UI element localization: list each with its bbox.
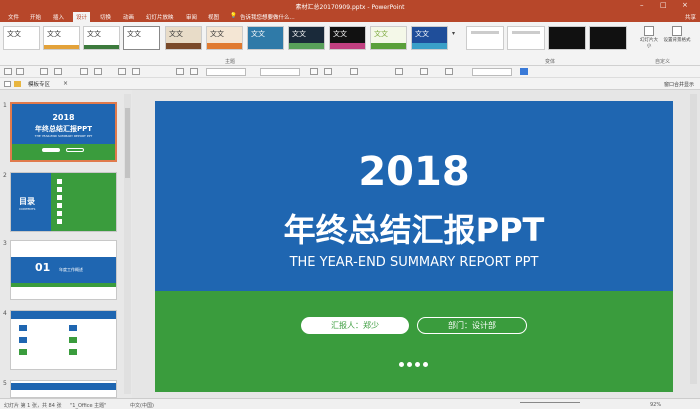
- tool-icon[interactable]: [176, 68, 184, 75]
- slide-thumb-3[interactable]: 01 年度工作概述: [10, 240, 117, 300]
- themes-scroll-icon[interactable]: ▾: [452, 30, 455, 37]
- theme-3[interactable]: 文文: [83, 26, 120, 50]
- slide-number: 1: [3, 102, 7, 109]
- theme-name: "1_Office 主题": [70, 403, 107, 409]
- color-icon[interactable]: [520, 68, 528, 75]
- height-field[interactable]: [260, 68, 300, 76]
- menu-view[interactable]: 视图: [208, 13, 219, 21]
- theme-5[interactable]: 文文: [165, 26, 202, 50]
- close-tab-icon[interactable]: ×: [63, 80, 68, 87]
- tool-icon[interactable]: [324, 68, 332, 75]
- tool-icon[interactable]: [80, 68, 88, 75]
- slide-editor: 2018 年终总结汇报PPT THE YEAR-END SUMMARY REPO…: [132, 90, 687, 398]
- slide-count: 幻灯片 第 1 张，共 84 张: [4, 403, 62, 409]
- menu-transitions[interactable]: 切换: [100, 13, 111, 21]
- slide-number: 2: [3, 172, 7, 179]
- format-background-button[interactable]: 设置背景格式: [662, 26, 692, 43]
- menu-home[interactable]: 开始: [30, 13, 41, 21]
- template-tab[interactable]: 模板专区: [28, 80, 50, 88]
- reporter-pill: 汇报人：郑少: [301, 317, 409, 334]
- share-button[interactable]: 共享: [685, 13, 696, 21]
- department-pill: 部门：设计部: [417, 317, 527, 334]
- variant-4[interactable]: [589, 26, 627, 50]
- tool-icon[interactable]: [445, 68, 453, 75]
- slide-thumb-2[interactable]: 目录 CONTENTS: [10, 172, 117, 232]
- theme-9[interactable]: 文文: [329, 26, 366, 50]
- tool-icon[interactable]: [40, 68, 48, 75]
- theme-8[interactable]: 文文: [288, 26, 325, 50]
- theme-7[interactable]: 文文: [247, 26, 284, 50]
- close-icon[interactable]: ×: [682, 1, 688, 9]
- slide-number: 4: [3, 310, 7, 317]
- minimize-icon[interactable]: –: [640, 1, 644, 9]
- slide-thumb-1[interactable]: 2018 年终总结汇报PPT THE YEAR-END SUMMARY REPO…: [10, 102, 117, 162]
- maximize-icon[interactable]: □: [660, 1, 667, 9]
- tool-icon[interactable]: [16, 68, 24, 75]
- slide-dots: [399, 362, 431, 369]
- title-bar: 素材汇总20170909.pptx - PowerPoint – □ ×: [0, 0, 700, 11]
- theme-10[interactable]: 文文: [370, 26, 407, 50]
- theme-2[interactable]: 文文: [43, 26, 80, 50]
- slide-number: 3: [3, 240, 7, 247]
- status-bar: 幻灯片 第 1 张，共 84 张 "1_Office 主题" 中文(中国) 92…: [0, 398, 700, 409]
- menu-insert[interactable]: 插入: [53, 13, 64, 21]
- menu-design[interactable]: 设计: [73, 12, 91, 22]
- slide-year: 2018: [358, 149, 470, 195]
- slide-thumbnails-panel: 1 2018 年终总结汇报PPT THE YEAR-END SUMMARY RE…: [0, 90, 132, 398]
- theme-office[interactable]: 文文: [3, 26, 40, 50]
- menu-review[interactable]: 审阅: [186, 13, 197, 21]
- slide-number: 5: [3, 380, 7, 387]
- language: 中文(中国): [130, 403, 154, 409]
- variant-1[interactable]: [466, 26, 504, 50]
- font-field[interactable]: [472, 68, 512, 76]
- main-slide[interactable]: 2018 年终总结汇报PPT THE YEAR-END SUMMARY REPO…: [155, 101, 673, 392]
- format-toolbar: [0, 66, 700, 78]
- variant-2[interactable]: [507, 26, 545, 50]
- slide-title: 年终总结汇报PPT: [283, 211, 545, 249]
- merge-windows-button[interactable]: 窗口合并显示: [664, 81, 694, 88]
- tool-icon[interactable]: [54, 68, 62, 75]
- window-title: 素材汇总20170909.pptx - PowerPoint: [295, 4, 405, 11]
- tell-me-input[interactable]: 告诉我您想要做什么...: [240, 13, 295, 21]
- tool-icon[interactable]: [395, 68, 403, 75]
- slide-subtitle: THE YEAR-END SUMMARY REPORT PPT: [289, 255, 539, 270]
- tool-icon[interactable]: [310, 68, 318, 75]
- slide-thumb-4[interactable]: [10, 310, 117, 370]
- zoom-slider[interactable]: [520, 402, 580, 407]
- doc-icon[interactable]: [4, 81, 11, 87]
- zoom-level[interactable]: 92%: [650, 402, 661, 408]
- menu-animations[interactable]: 动画: [123, 13, 134, 21]
- folder-icon[interactable]: [14, 81, 21, 87]
- tool-icon[interactable]: [4, 68, 12, 75]
- theme-11[interactable]: 文文: [411, 26, 448, 50]
- lock-ratio-checkbox[interactable]: [350, 68, 358, 75]
- editor-scrollbar[interactable]: [687, 90, 700, 398]
- lightbulb-icon: 💡: [230, 13, 237, 19]
- menu-file[interactable]: 文件: [8, 13, 19, 21]
- ribbon: 文文 文文 文文 文文 文文 文文 文文 文文 文文 文文 文文 ▾ 主题 变体…: [0, 22, 700, 66]
- menu-bar: 文件 开始 插入 设计 切换 动画 幻灯片放映 审阅 视图 💡 告诉我您想要做什…: [0, 11, 700, 22]
- variant-3[interactable]: [548, 26, 586, 50]
- theme-4[interactable]: 文文: [123, 26, 160, 50]
- width-field[interactable]: [206, 68, 246, 76]
- slide-thumb-5[interactable]: [10, 380, 117, 398]
- tool-icon[interactable]: [132, 68, 140, 75]
- slide-size-button[interactable]: 幻灯片大小: [638, 26, 660, 49]
- tool-icon[interactable]: [190, 68, 198, 75]
- tool-icon[interactable]: [420, 68, 428, 75]
- thumbnail-scrollbar[interactable]: [124, 94, 131, 394]
- tool-icon[interactable]: [94, 68, 102, 75]
- secondary-toolbar: 模板专区 × 窗口合并显示: [0, 78, 700, 90]
- menu-slideshow[interactable]: 幻灯片放映: [146, 13, 174, 21]
- tool-icon[interactable]: [118, 68, 126, 75]
- theme-6[interactable]: 文文: [206, 26, 243, 50]
